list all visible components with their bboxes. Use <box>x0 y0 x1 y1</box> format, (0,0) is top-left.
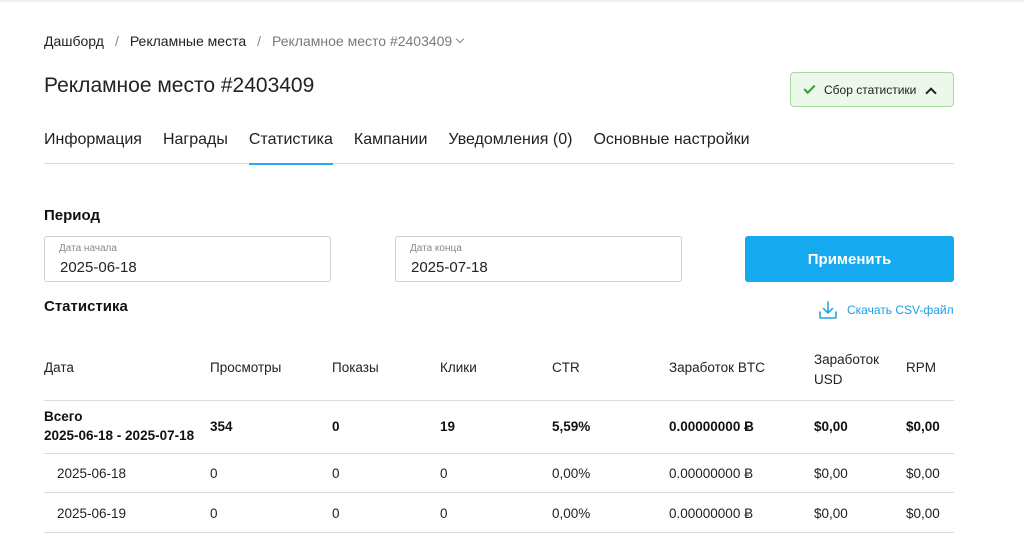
row-date: 2025-06-18 <box>57 466 127 481</box>
chevron-up-icon <box>925 86 938 99</box>
end-date-label: Дата конца <box>410 243 462 254</box>
row-rpm: $0,00 <box>906 506 940 521</box>
total-clicks: 19 <box>440 419 456 434</box>
download-csv-link[interactable]: Скачать CSV-файл <box>818 300 954 320</box>
column-header-ctr: CTR <box>552 360 580 375</box>
total-rpm: $0,00 <box>906 419 940 434</box>
breadcrumb-dashboard-link[interactable]: Дашборд <box>44 33 104 49</box>
row-impressions: 0 <box>332 466 340 481</box>
tab-statistics[interactable]: Статистика <box>248 130 333 165</box>
column-header-earnings-btc: Заработок BTC <box>669 360 765 375</box>
stats-collection-toggle[interactable]: Сбор статистики <box>790 72 954 107</box>
breadcrumb: Дашборд / Рекламные места / Рекламное ме… <box>44 33 465 49</box>
page-title: Рекламное место #2403409 <box>44 74 315 97</box>
tab-notifications[interactable]: Уведомления (0) <box>448 130 572 164</box>
breadcrumb-separator: / <box>114 33 119 49</box>
download-csv-label: Скачать CSV-файл <box>847 303 954 317</box>
column-header-clicks: Клики <box>440 360 477 375</box>
start-date-value[interactable]: 2025-06-18 <box>60 259 137 276</box>
row-earnings-btc: 0.00000000 Ƀ <box>669 466 754 481</box>
total-views: 354 <box>210 419 233 434</box>
row-rpm: $0,00 <box>906 466 940 481</box>
table-row: 2025-06-18 0 0 0 0,00% 0.00000000 Ƀ $0,0… <box>44 454 954 493</box>
chevron-down-icon[interactable] <box>455 34 465 44</box>
breadcrumb-ad-places-link[interactable]: Рекламные места <box>130 33 246 49</box>
start-date-label: Дата начала <box>59 243 117 254</box>
total-earnings-btc: 0.00000000 Ƀ <box>669 419 754 434</box>
column-header-date: Дата <box>44 360 74 375</box>
top-divider <box>0 0 1024 2</box>
download-icon <box>819 301 837 319</box>
period-heading: Период <box>44 207 100 224</box>
statistics-heading: Статистика <box>44 298 128 315</box>
row-ctr: 0,00% <box>552 506 591 521</box>
total-label: Всего <box>44 409 83 424</box>
row-earnings-usd: $0,00 <box>814 506 848 521</box>
tab-rewards[interactable]: Награды <box>163 130 228 164</box>
table-header-row: Дата Просмотры Показы Клики CTR Заработо… <box>44 340 954 401</box>
row-earnings-usd: $0,00 <box>814 466 848 481</box>
table-total-row: Всего 2025-06-18 - 2025-07-18 354 0 19 5… <box>44 401 954 454</box>
row-impressions: 0 <box>332 506 340 521</box>
start-date-field[interactable]: Дата начала 2025-06-18 <box>44 236 331 282</box>
stats-collection-label: Сбор статистики <box>824 82 917 97</box>
table-row: 2025-06-19 0 0 0 0,00% 0.00000000 Ƀ $0,0… <box>44 493 954 533</box>
column-header-rpm: RPM <box>906 360 936 375</box>
column-header-views: Просмотры <box>210 360 282 375</box>
row-ctr: 0,00% <box>552 466 591 481</box>
row-views: 0 <box>210 466 218 481</box>
column-header-earnings-usd: Заработок USD <box>814 352 880 387</box>
apply-button[interactable]: Применить <box>745 236 954 282</box>
tab-bar: Информация Награды Статистика Кампании У… <box>44 130 954 165</box>
total-ctr: 5,59% <box>552 419 591 434</box>
breadcrumb-separator: / <box>257 33 262 49</box>
row-clicks: 0 <box>440 506 448 521</box>
row-earnings-btc: 0.00000000 Ƀ <box>669 506 754 521</box>
end-date-field[interactable]: Дата конца 2025-07-18 <box>395 236 682 282</box>
total-earnings-usd: $0,00 <box>814 419 848 434</box>
tab-campaigns[interactable]: Кампании <box>354 130 428 164</box>
tab-main-settings[interactable]: Основные настройки <box>593 130 749 164</box>
tab-information[interactable]: Информация <box>44 130 142 164</box>
column-header-impressions: Показы <box>332 360 379 375</box>
breadcrumb-current[interactable]: Рекламное место #2403409 <box>272 33 452 49</box>
row-views: 0 <box>210 506 218 521</box>
end-date-value[interactable]: 2025-07-18 <box>411 259 488 276</box>
check-icon <box>803 81 816 94</box>
total-impressions: 0 <box>332 419 340 434</box>
row-date: 2025-06-19 <box>57 506 127 521</box>
total-range: 2025-06-18 - 2025-07-18 <box>44 428 195 443</box>
row-clicks: 0 <box>440 466 448 481</box>
